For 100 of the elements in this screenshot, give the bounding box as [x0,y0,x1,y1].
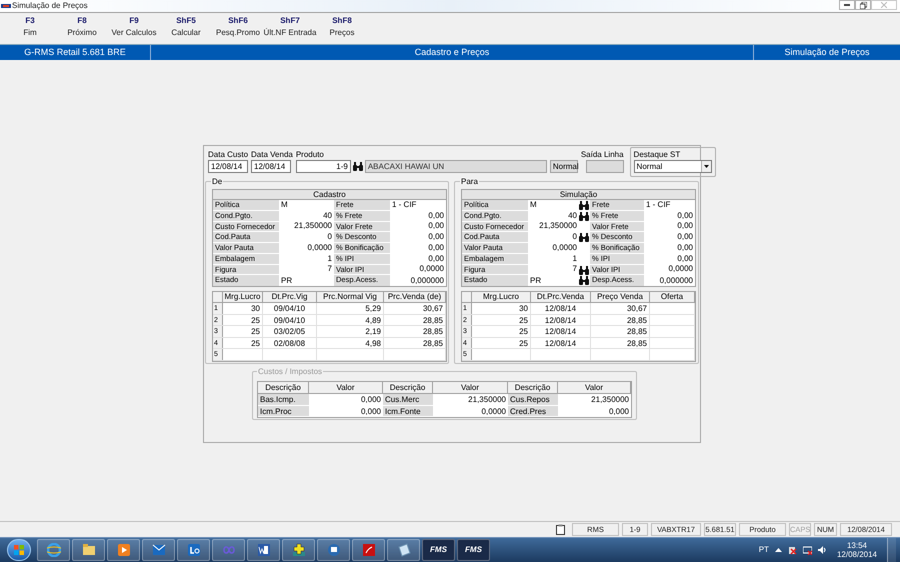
field-label: Destaque ST [634,150,682,159]
show-desktop-button[interactable] [887,538,896,562]
table-cell: 0,00 [390,222,446,232]
language-indicator[interactable]: PT [758,546,769,554]
field-label: Produto [296,150,325,159]
table-cell: 0,00 [644,254,695,264]
taskbar-app-button[interactable]: FMS [422,539,455,561]
table-cell: 0 [528,232,590,242]
table-cell: 0,000 [558,406,631,416]
taskbar-app-button[interactable] [282,539,315,561]
table-cell: 25 [223,314,263,325]
taskbar-app-button[interactable] [37,539,70,561]
table-cell: 30,67 [384,303,446,314]
binoculars-icon[interactable] [579,212,589,221]
start-button[interactable] [7,539,31,561]
table-cell: 30 [223,303,263,314]
row-label: Cus.Repos [508,394,558,404]
column-header: Oferta [650,292,695,302]
table-cell: 25 [472,326,531,336]
function-key-button[interactable]: ShF6 Pesq.Promo [212,17,264,37]
table-cell: 4,98 [317,338,384,348]
column-header: Descrição [258,382,309,393]
table-cell: 03/02/05 [263,326,317,336]
windows-logo-icon [14,545,24,555]
table-cell: 28,85 [591,326,650,336]
table-cell: 28,85 [591,338,650,348]
taskbar-app-button[interactable] [247,539,280,561]
function-key-button[interactable]: F3 Fim [4,17,56,37]
binoculars-icon[interactable] [352,162,363,171]
binoculars-icon[interactable] [579,201,589,210]
flag-icon [788,546,797,554]
table-cell: 09/04/10 [263,314,317,325]
table-cell: 0 [279,232,334,242]
table-cell: 25 [472,338,531,348]
clipboard-icon [556,524,565,535]
function-key-button[interactable]: ShF5 Calcular [160,17,212,37]
field-label: Data Venda [251,150,293,159]
dropdown[interactable]: Normal [634,160,712,173]
minimize-button[interactable] [839,0,855,10]
table-cell: 0,0000 [390,264,446,274]
taskbar-app-button[interactable] [177,539,210,561]
dropdown-arrow-icon [704,165,709,168]
restore-icon [860,2,866,8]
taskbar-app-button[interactable] [107,539,140,561]
binoculars-icon[interactable] [579,266,589,274]
window-title: Simulação de Preços [12,2,88,10]
table-cell: PR [528,275,590,286]
notepad-icon [396,543,410,557]
table-title: Cadastro [213,190,446,200]
table-cell: 0,0000 [433,406,508,416]
date-field[interactable]: 12/08/14 [208,160,248,173]
binoculars-icon[interactable] [579,276,589,286]
column-header: Valor [433,382,508,393]
function-key-button[interactable]: ShF7 Últ.NF Entrada [264,17,316,37]
table-cell: 12/08/14 [531,314,591,325]
column-header: Descrição [508,382,558,393]
table-cell: 0,000 [309,406,383,416]
restore-button[interactable] [855,0,871,10]
binoculars-icon[interactable] [579,233,589,242]
table-cell: 25 [223,338,263,348]
table-cell: 7 [528,264,590,274]
function-key-button[interactable]: F9 Ver Calculos [108,17,160,37]
table-cell: 21,350000 [433,394,508,404]
table-cell: 0,000000 [390,275,446,286]
date-field[interactable]: 12/08/14 [251,160,292,173]
taskbar-app-button[interactable] [317,539,350,561]
table-cell: 40 [528,210,590,220]
table-cell: 28,85 [384,314,446,325]
screen-title: Cadastro e Preços [414,46,490,59]
taskbar-app-button[interactable] [387,539,420,561]
table-cell: PR [279,275,334,286]
taskbar-app-button[interactable] [72,539,105,561]
play-icon [116,543,130,557]
function-key-button[interactable]: ShF8 Preços [316,17,368,37]
table-cell: M [528,200,590,210]
function-key-button[interactable]: F8 Próximo [56,17,108,37]
product-code-field[interactable]: 1-9 [296,160,351,173]
taskbar-app-button[interactable] [142,539,175,561]
table-cell: 28,85 [384,326,446,336]
column-header: Valor [309,382,383,393]
table-title: Simulação [462,190,695,200]
network-icon [326,543,340,557]
table-cell: 7 [279,264,334,274]
clock-date: 12/08/2014 [836,550,877,558]
product-type-field: Normal [550,160,578,173]
table-cell: 0,00 [390,232,446,242]
table-cell: 5,29 [317,303,384,314]
row-label: Cred.Pres [508,406,558,416]
table-cell: 21,350000 [528,222,590,232]
table-cell: 25 [472,314,531,325]
taskbar-app-button[interactable]: FMS [457,539,490,561]
column-header: Preço Venda [591,292,650,302]
column-header: Descrição [383,382,433,393]
group-title: De [211,177,224,186]
table-cell: 12/08/14 [531,326,591,336]
table-cell: 0,0000 [279,243,334,253]
input-field [586,160,624,173]
table-cell: 0,0000 [644,264,695,274]
pdf-icon [362,543,376,557]
column-header: Prc.Venda (de) [384,292,446,302]
